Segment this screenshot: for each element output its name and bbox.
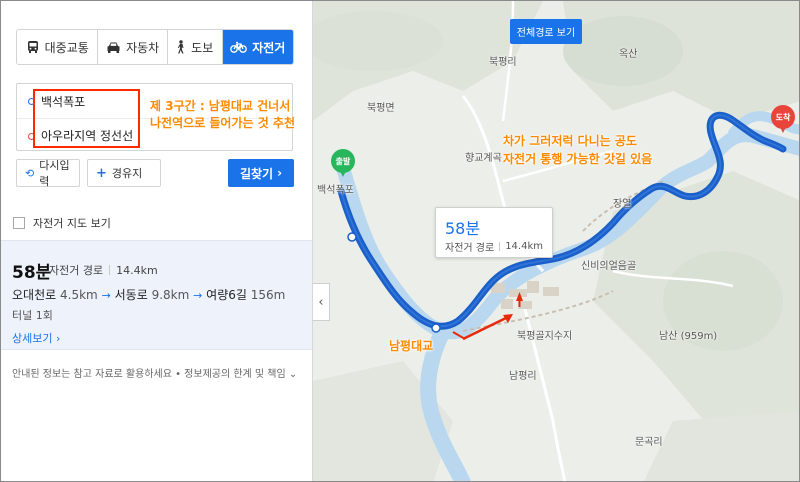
route-type: 자전거 경로 (49, 264, 104, 277)
collapse-panel-button[interactable]: ‹ (313, 283, 330, 321)
map-label: 문곡리 (635, 437, 663, 448)
add-waypoint-button[interactable]: + 경유지 (87, 159, 161, 187)
tunnel-count: 터널 1회 (12, 309, 53, 322)
reset-button[interactable]: ⟲ 다시입력 (16, 159, 80, 188)
end-label: 도착 (775, 112, 791, 122)
detail-label: 상세보기 (12, 332, 53, 345)
reset-label: 다시입력 (39, 159, 70, 188)
map-canvas (313, 1, 799, 481)
route-result-card[interactable]: 58분 자전거 경로 14.4km 오대천로 4.5km → 서동로 9.8km… (1, 240, 312, 350)
map-label: 북평리 (489, 57, 517, 68)
map-label: 남평리 (509, 371, 537, 382)
directions-panel: 대중교통 자동차 도보 자전거 백석폭포 아우라지역 정선선 ⟲ 다시입력 + … (1, 1, 313, 481)
full-route-button[interactable]: 전체경로 보기 (510, 19, 582, 44)
map-label: 장열 (613, 199, 632, 210)
divider (499, 242, 501, 251)
disclaimer-text: 안내된 정보는 참고 자료로 활용하세요 • 정보제공의 한계 및 책임 (12, 369, 286, 380)
map-label: 신비의얼음골 (581, 261, 637, 272)
map-view[interactable]: ‹ 전체경로 보기 북평리 북평면 향교계곡 옥산 장열 신비의얼음골 남산 (… (313, 1, 799, 481)
origin-dot-icon (28, 98, 35, 105)
waypoint-label: 경유지 (111, 167, 143, 180)
chevron-right-icon: › (277, 166, 283, 180)
road-summary: 오대천로 4.5km → 서동로 9.8km → 여량6길 156m (12, 286, 285, 303)
road-note-1: 차가 그러저럭 다니는 공도 (503, 134, 637, 148)
tab-walk[interactable]: 도보 (167, 30, 223, 64)
road-name: 여량6길 (206, 288, 247, 302)
origin-value: 백석폭포 (41, 94, 86, 109)
destination-value: 아우라지역 정선선 (41, 129, 134, 143)
map-route-meta: 자전거 경로 14.4km (445, 239, 543, 254)
road-distance: 156m (250, 288, 286, 302)
road-distance: 9.8km (151, 288, 190, 302)
route-distance: 14.4km (116, 263, 158, 277)
tab-label: 자동차 (126, 40, 160, 55)
pin-tail (339, 169, 347, 177)
road-name: 오대천로 (12, 288, 57, 302)
map-label: 북평골지수지 (517, 331, 573, 342)
tab-public-transit[interactable]: 대중교통 (17, 30, 99, 64)
road-distance: 4.5km (60, 288, 98, 302)
road-note-2: 자전거 통행 가능한 갓길 있음 (503, 152, 653, 166)
route-action-row: ⟲ 다시입력 + 경유지 길찾기 › (16, 159, 294, 188)
bicycle-icon (230, 41, 248, 53)
transport-mode-tabs: 대중교통 자동차 도보 자전거 (16, 29, 294, 65)
map-label: 북평면 (367, 103, 395, 114)
search-route-button[interactable]: 길찾기 › (228, 159, 294, 187)
route-time: 58분 (12, 263, 52, 283)
map-route-distance: 14.4km (505, 241, 543, 252)
bike-map-label: 자전거 지도 보기 (33, 217, 111, 230)
chevron-right-icon: › (55, 332, 61, 345)
pin-tail (779, 125, 787, 133)
map-route-type: 자전거 경로 (445, 243, 495, 254)
tab-label: 도보 (191, 40, 214, 55)
end-marker[interactable]: 도착 (771, 105, 795, 135)
arrow-right-icon: → (101, 289, 111, 302)
road-name: 서동로 (114, 288, 148, 302)
map-label: 백석폭포 (317, 185, 354, 196)
car-icon (106, 41, 121, 54)
destination-dot-icon (28, 133, 35, 140)
route-meta: 자전거 경로 14.4km (49, 262, 158, 278)
chevron-left-icon: ‹ (318, 294, 324, 310)
map-label: 옥산 (619, 49, 638, 60)
divider (109, 265, 111, 275)
section-note-2: 나전역으로 들어가는 것 추천 (150, 116, 296, 130)
full-route-label: 전체경로 보기 (516, 28, 576, 39)
detail-link[interactable]: 상세보기 › (12, 330, 60, 346)
chevron-down-icon: ⌄ (288, 369, 298, 380)
checkbox[interactable] (13, 217, 25, 229)
bus-icon (26, 40, 40, 54)
tab-car[interactable]: 자동차 (98, 30, 168, 64)
arrow-right-icon: → (193, 289, 203, 302)
walk-icon (176, 40, 186, 54)
section-note-1: 제 3구간 : 남평대교 건너서 (150, 99, 291, 113)
app-window: 대중교통 자동차 도보 자전거 백석폭포 아우라지역 정선선 ⟲ 다시입력 + … (0, 0, 800, 482)
start-marker[interactable]: 출발 (331, 149, 355, 179)
search-label: 길찾기 (239, 166, 274, 181)
map-route-time: 58분 (445, 219, 481, 238)
map-route-card[interactable]: 58분 자전거 경로 14.4km (435, 207, 553, 258)
tab-label: 자전거 (252, 40, 286, 55)
bike-map-toggle[interactable]: 자전거 지도 보기 (13, 215, 111, 231)
tab-label: 대중교통 (44, 40, 89, 55)
tab-bicycle[interactable]: 자전거 (222, 30, 293, 64)
start-label: 출발 (335, 156, 351, 166)
refresh-icon: ⟲ (25, 166, 35, 180)
plus-icon: + (96, 165, 107, 181)
bridge-label: 남평대교 (389, 339, 434, 353)
map-label: 남산 (959m) (659, 331, 718, 342)
map-label: 향교계곡 (465, 153, 502, 164)
disclaimer[interactable]: 안내된 정보는 참고 자료로 활용하세요 • 정보제공의 한계 및 책임 ⌄ (12, 365, 297, 380)
